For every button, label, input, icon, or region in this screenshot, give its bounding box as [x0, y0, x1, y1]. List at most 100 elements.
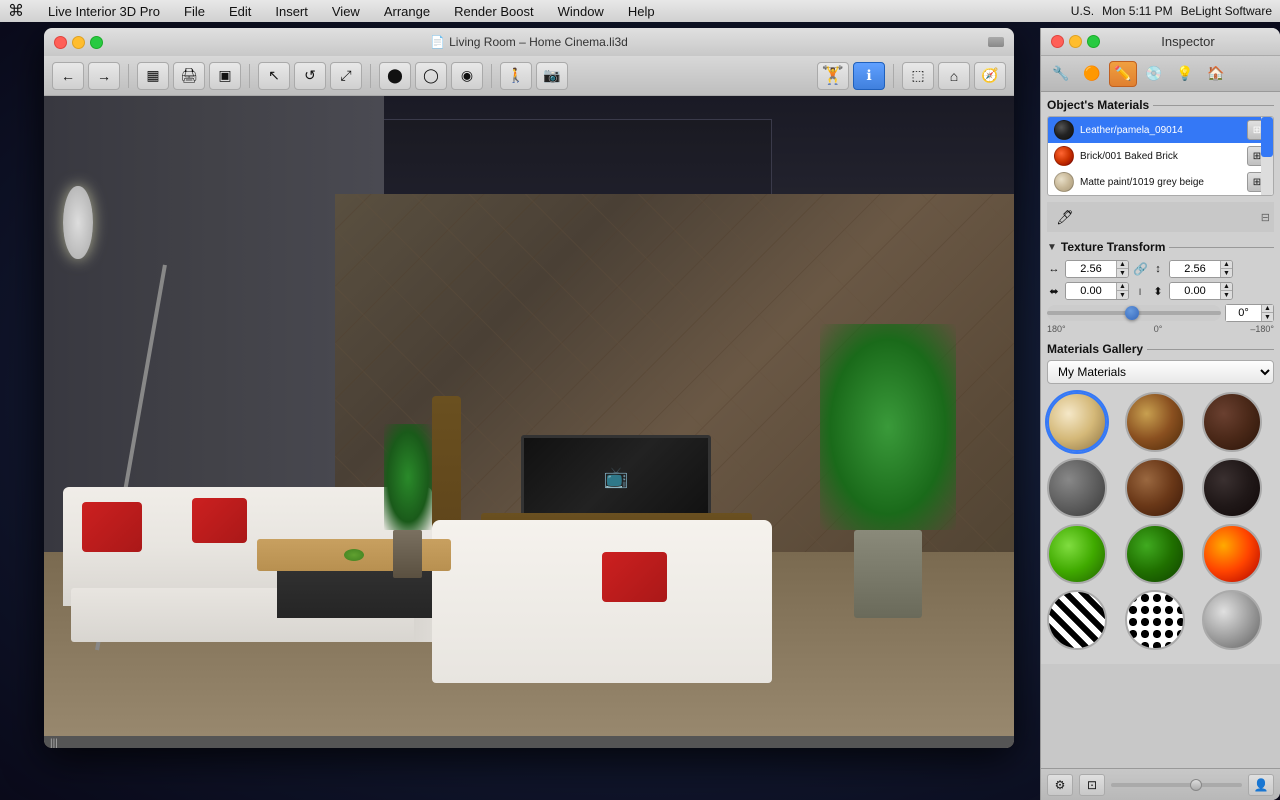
inspector-min[interactable] — [1069, 35, 1082, 48]
offset-h-stepper[interactable]: ▲ ▼ — [1116, 283, 1128, 299]
move-button[interactable]: ⤢ — [330, 62, 362, 90]
menu-arrange[interactable]: Arrange — [380, 4, 434, 19]
eyedropper-tool[interactable]: 🖊 — [1051, 204, 1079, 230]
forward-button[interactable]: → — [88, 62, 120, 90]
shape-button[interactable]: ◉ — [451, 62, 483, 90]
menu-file[interactable]: File — [180, 4, 209, 19]
rotation-labels: 180° 0° –180° — [1047, 324, 1274, 334]
scale-h-down[interactable]: ▼ — [1116, 269, 1128, 277]
material-name-3: Matte paint/1019 grey beige — [1080, 177, 1241, 188]
gallery-item-brick[interactable] — [1202, 392, 1262, 452]
rotation-down[interactable]: ▼ — [1261, 313, 1273, 321]
window-title: 📄 Living Room – Home Cinema.li3d — [430, 35, 628, 49]
rotation-up[interactable]: ▲ — [1261, 305, 1273, 313]
rotate-button[interactable]: ↺ — [294, 62, 326, 90]
scale-h-stepper[interactable]: ▲ ▼ — [1116, 261, 1128, 277]
gallery-item-ebony[interactable] — [1202, 458, 1262, 518]
window-collapse-button[interactable] — [988, 37, 1004, 47]
material-item-3[interactable]: Matte paint/1019 grey beige ⊞ — [1048, 169, 1273, 195]
toolbar-sep-1 — [128, 64, 129, 88]
tool-room[interactable]: 🏠 — [1202, 61, 1230, 87]
scale-v-stepper[interactable]: ▲ ▼ — [1220, 261, 1232, 277]
scale-v-input[interactable] — [1170, 261, 1220, 277]
camera-button[interactable]: 📷 — [536, 62, 568, 90]
gallery-dropdown[interactable]: My Materials — [1047, 360, 1274, 384]
rotation-stepper[interactable]: ▲ ▼ — [1261, 305, 1273, 321]
sphere-button[interactable]: ⬤ — [379, 62, 411, 90]
plant-pot — [854, 530, 922, 618]
offset-v-stepper[interactable]: ▲ ▼ — [1220, 283, 1232, 299]
offset-v-up[interactable]: ▲ — [1220, 283, 1232, 291]
gallery-item-green-bright[interactable] — [1047, 524, 1107, 584]
rotation-track — [1047, 311, 1221, 315]
offset-v-input[interactable] — [1170, 283, 1220, 299]
gallery-item-beige[interactable] — [1047, 392, 1107, 452]
inspector-body: Object's Materials Leather/pamela_09014 … — [1041, 92, 1280, 664]
offset-h-down[interactable]: ▼ — [1116, 291, 1128, 299]
texture-transform: ▼ Texture Transform ↔ ▲ ▼ 🔗 ↕ — [1047, 240, 1274, 334]
gallery-item-fire[interactable] — [1202, 524, 1262, 584]
menu-render[interactable]: Render Boost — [450, 4, 538, 19]
gallery-item-stone[interactable] — [1047, 458, 1107, 518]
minimize-button[interactable] — [72, 36, 85, 49]
back-button[interactable]: ← — [52, 62, 84, 90]
menu-window[interactable]: Window — [554, 4, 608, 19]
tool-object[interactable]: 🔧 — [1047, 61, 1075, 87]
gallery-item-walnut[interactable] — [1125, 458, 1185, 518]
rotation-input[interactable] — [1226, 305, 1261, 321]
menu-insert[interactable]: Insert — [271, 4, 312, 19]
tool-edit[interactable]: ✏️ — [1109, 61, 1137, 87]
person-button[interactable]: 👤 — [1248, 774, 1274, 796]
menu-help[interactable]: Help — [624, 4, 659, 19]
tool-texture[interactable]: 💿 — [1140, 61, 1168, 87]
gallery-item-metal[interactable] — [1202, 590, 1262, 650]
inspector-titlebar: Inspector — [1041, 28, 1280, 56]
materials-scrollbar[interactable] — [1261, 117, 1273, 195]
scale-h-up[interactable]: ▲ — [1116, 261, 1128, 269]
settings-button[interactable]: ⚙ — [1047, 774, 1073, 796]
maximize-button[interactable] — [90, 36, 103, 49]
scale-v-down[interactable]: ▼ — [1220, 269, 1232, 277]
tool-material-ball[interactable]: 🟠 — [1078, 61, 1106, 87]
offset-h-up[interactable]: ▲ — [1116, 283, 1128, 291]
gallery-item-green-dark[interactable] — [1125, 524, 1185, 584]
inspector-max[interactable] — [1087, 35, 1100, 48]
offset-h-input[interactable] — [1066, 283, 1116, 299]
material-item-1[interactable]: Leather/pamela_09014 ⊞ — [1048, 117, 1273, 143]
material-item-2[interactable]: Brick/001 Baked Brick ⊞ — [1048, 143, 1273, 169]
view3d-button[interactable]: ▣ — [209, 62, 241, 90]
menu-edit[interactable]: Edit — [225, 4, 255, 19]
gallery-item-wood[interactable] — [1125, 392, 1185, 452]
menu-view[interactable]: View — [328, 4, 364, 19]
inspector-close[interactable] — [1051, 35, 1064, 48]
object3d-button[interactable]: 🏋 — [817, 62, 849, 90]
select-button[interactable]: ↖ — [258, 62, 290, 90]
gallery-item-spots[interactable] — [1125, 590, 1185, 650]
render-button[interactable]: 🖨 — [173, 62, 205, 90]
offset-v-down[interactable]: ▼ — [1220, 291, 1232, 299]
zoom-slider[interactable] — [1111, 783, 1242, 787]
section-divider — [1153, 105, 1274, 106]
rotation-slider[interactable] — [1047, 305, 1221, 321]
circle-button[interactable]: ◯ — [415, 62, 447, 90]
gallery-item-zebra[interactable] — [1047, 590, 1107, 650]
compass-button[interactable]: 🧭 — [974, 62, 1006, 90]
menu-app[interactable]: Live Interior 3D Pro — [44, 4, 164, 19]
texture-transform-title: Texture Transform — [1061, 240, 1165, 254]
texture-toggle[interactable]: ▼ — [1047, 242, 1057, 253]
close-button[interactable] — [54, 36, 67, 49]
menu-software: BeLight Software — [1181, 4, 1272, 18]
viewport-scrollbar[interactable]: ||| — [44, 736, 1014, 748]
fit-button[interactable]: ⊡ — [1079, 774, 1105, 796]
tool-light[interactable]: 💡 — [1171, 61, 1199, 87]
frame-button[interactable]: ⬚ — [902, 62, 934, 90]
scale-h-input[interactable] — [1066, 261, 1116, 277]
gallery-dropdown-container: My Materials — [1047, 360, 1274, 384]
floorplan-button[interactable]: ▦ — [137, 62, 169, 90]
apple-menu[interactable]: ⌘ — [8, 1, 24, 21]
walk-button[interactable]: 🚶 — [500, 62, 532, 90]
info-button[interactable]: ℹ — [853, 62, 885, 90]
viewport[interactable]: 📺 — [44, 96, 1014, 748]
scale-v-up[interactable]: ▲ — [1220, 261, 1232, 269]
house-button[interactable]: ⌂ — [938, 62, 970, 90]
